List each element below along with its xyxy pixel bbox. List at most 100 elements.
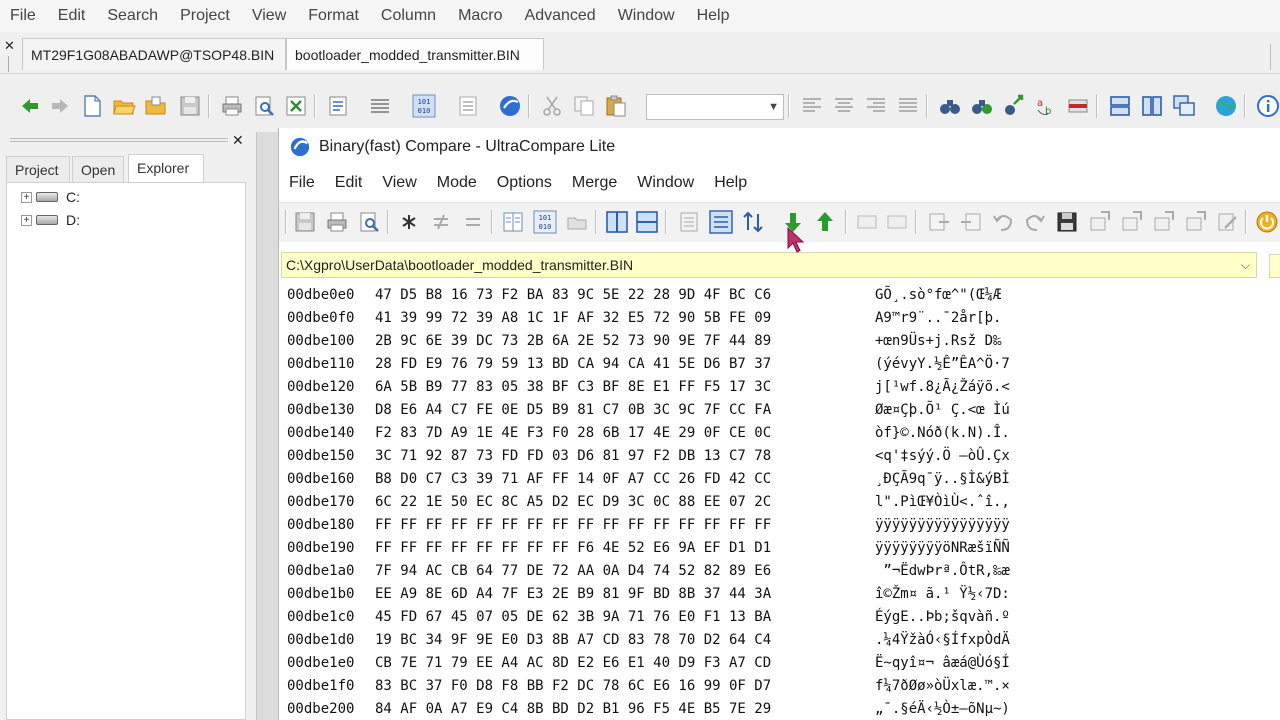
find-replace-files-icon[interactable]	[1066, 94, 1090, 118]
paste-icon[interactable]	[604, 94, 628, 118]
asterisk-icon[interactable]	[397, 210, 421, 234]
menu-advanced[interactable]: Advanced	[514, 0, 607, 32]
hex-row[interactable]: 00dbe1e0 CB 7E 71 79 EE A4 AC 8D E2 E6 E1…	[279, 652, 1280, 675]
filter-icon[interactable]	[1151, 210, 1175, 234]
export-excel-icon[interactable]	[284, 94, 308, 118]
tree-item-drive-c[interactable]: + C:	[21, 187, 80, 207]
align-right-icon[interactable]	[864, 94, 888, 118]
hex-bytes[interactable]: D8 E6 A4 C7 FE 0E D5 B9 81 C7 0B 3C 9C 7…	[375, 399, 771, 422]
hex-bytes[interactable]: F2 83 7D A9 1E 4E F3 F0 28 6B 17 4E 29 0…	[375, 422, 771, 445]
menu-project[interactable]: Project	[169, 0, 241, 32]
cascade-windows-icon[interactable]	[1172, 94, 1196, 118]
hex-bytes[interactable]: EE A9 8E 6D A4 7F E3 2E B9 81 9F BD 8B 3…	[375, 583, 771, 606]
menu-format[interactable]: Format	[297, 0, 370, 32]
hex-ascii[interactable]: (ýévyY.½Ê”ÊA^Ö·7	[875, 353, 1010, 376]
print-preview-icon[interactable]	[252, 94, 276, 118]
hex-row[interactable]: 00dbe100 2B 9C 6E 39 DC 73 2B 6A 2E 52 73…	[279, 330, 1280, 353]
forward-arrow-icon[interactable]	[48, 94, 72, 118]
show-differences-icon[interactable]	[709, 210, 733, 234]
menu-column[interactable]: Column	[370, 0, 447, 32]
justify-icon[interactable]	[896, 94, 920, 118]
hex-bytes[interactable]: FF FF FF FF FF FF FF FF F6 4E 52 E6 9A E…	[375, 537, 771, 560]
back-arrow-icon[interactable]	[18, 94, 42, 118]
hex-row[interactable]: 00dbe190 FF FF FF FF FF FF FF FF F6 4E 52…	[279, 537, 1280, 560]
menu-view[interactable]: View	[241, 0, 297, 32]
align-center-icon[interactable]	[832, 94, 856, 118]
tab-explorer[interactable]: Explorer	[128, 154, 204, 182]
uc-save-file-icon[interactable]	[1055, 210, 1079, 234]
uc-menu-edit[interactable]: Edit	[325, 168, 373, 198]
menu-macro[interactable]: Macro	[447, 0, 513, 32]
info-icon[interactable]	[1256, 94, 1280, 118]
undo-icon[interactable]	[991, 210, 1015, 234]
hex-ascii[interactable]: òf}©.Nóð(k.N).Î.	[875, 422, 1010, 445]
hex-row[interactable]: 00dbe1b0 EE A9 8E 6D A4 7F E3 2E B9 81 9F…	[279, 583, 1280, 606]
menu-help[interactable]: Help	[686, 0, 741, 32]
close-panel-icon[interactable]: ✕	[232, 132, 244, 149]
hex-row[interactable]: 00dbe180 FF FF FF FF FF FF FF FF FF FF FF…	[279, 514, 1280, 537]
hex-ascii[interactable]: ÿÿÿÿÿÿÿÿÿÿÿÿÿÿÿÿ	[875, 514, 1010, 537]
previous-difference-icon[interactable]	[813, 210, 837, 234]
hex-bytes[interactable]: 6C 22 1E 50 EC 8C A5 D2 EC D9 3C 0C 88 E…	[375, 491, 771, 514]
ignore-options-icon[interactable]	[1119, 210, 1143, 234]
web-globe-icon[interactable]	[1214, 94, 1238, 118]
cut-icon[interactable]	[540, 94, 564, 118]
tab-project[interactable]: Project	[6, 156, 70, 182]
panel-drag-handle[interactable]	[10, 138, 228, 142]
export-report-icon[interactable]	[1183, 210, 1207, 234]
hex-bytes[interactable]: 45 FD 67 45 07 05 DE 62 3B 9A 71 76 E0 F…	[375, 606, 771, 629]
hex-bytes[interactable]: CB 7E 71 79 EE A4 AC 8D E2 E6 E1 40 D9 F…	[375, 652, 771, 675]
hex-ascii[interactable]: ”¬ËdwÞrª.ÔtR‚‰æ	[875, 560, 1009, 583]
uc-menu-help[interactable]: Help	[704, 168, 757, 198]
hex-ascii[interactable]: A9™r9¨..¯2år[þ.	[875, 307, 1001, 330]
open-project-icon[interactable]	[144, 94, 168, 118]
tab-bootloader-bin[interactable]: bootloader_modded_transmitter.BIN	[286, 38, 544, 70]
hex-row[interactable]: 00dbe0e0 47 D5 B8 16 73 F2 BA 83 9C 5E 22…	[279, 284, 1280, 307]
hex-bytes[interactable]: 84 AF 0A A7 E9 C4 8B BD D2 B1 96 F5 4E B…	[375, 698, 771, 720]
second-path-field[interactable]	[1269, 254, 1280, 278]
hex-bytes[interactable]: FF FF FF FF FF FF FF FF FF FF FF FF FF F…	[375, 514, 771, 537]
hex-ascii[interactable]: ÉýgE..Þb;šqvàñ.º	[875, 606, 1010, 629]
find-in-files-icon[interactable]	[970, 94, 994, 118]
hex-ascii[interactable]: j[¹wf.8¿Ã¿Žáÿõ.<	[875, 376, 1010, 399]
folder-compare-icon[interactable]	[565, 210, 589, 234]
uc-menu-view[interactable]: View	[372, 168, 426, 198]
copy-line-left-icon[interactable]	[959, 210, 983, 234]
not-equal-icon[interactable]	[429, 210, 453, 234]
copy-icon[interactable]	[572, 94, 596, 118]
hex-bytes[interactable]: 47 D5 B8 16 73 F2 BA 83 9C 5E 22 28 9D 4…	[375, 284, 771, 307]
file-path-field[interactable]: C:\Xgpro\UserData\bootloader_modded_tran…	[281, 252, 1257, 278]
find-next-icon[interactable]	[1002, 94, 1026, 118]
hex-ascii[interactable]: l".PìŒ¥ÒìÙ<.ˆî.,	[875, 491, 1010, 514]
vertical-split-icon[interactable]	[1140, 94, 1164, 118]
expand-plus-icon[interactable]: +	[21, 191, 32, 203]
hex-bytes[interactable]: B8 D0 C7 C3 39 71 AF FF 14 0F A7 CC 26 F…	[375, 468, 771, 491]
hex-view[interactable]: 00dbe0e0 47 D5 B8 16 73 F2 BA 83 9C 5E 22…	[279, 284, 1280, 720]
menu-file[interactable]: File	[0, 0, 47, 32]
recompare-icon[interactable]	[677, 210, 701, 234]
hex-row[interactable]: 00dbe120 6A 5B B9 77 83 05 38 BF C3 BF 8E…	[279, 376, 1280, 399]
horizontal-split-icon[interactable]	[1108, 94, 1132, 118]
uc-print-preview-icon[interactable]	[357, 210, 381, 234]
replace-icon[interactable]: ab	[1034, 94, 1058, 118]
hex-bytes[interactable]: 7F 94 AC CB 64 77 DE 72 AA 0A D4 74 52 8…	[375, 560, 771, 583]
power-button-icon[interactable]	[1255, 210, 1279, 234]
hex-bytes[interactable]: 28 FD E9 76 79 59 13 BD CA 94 CA 41 5E D…	[375, 353, 771, 376]
hex-ascii[interactable]: „¯.§éÄ‹½Ò±–õNµ~)	[875, 698, 1010, 720]
sync-scroll-icon[interactable]	[1087, 210, 1111, 234]
hex-row[interactable]: 00dbe140 F2 83 7D A9 1E 4E F3 F0 28 6B 17…	[279, 422, 1280, 445]
hex-ascii[interactable]: f¼7ðØø»òÜxlæ.™.×	[875, 675, 1010, 698]
hex-bytes[interactable]: 3C 71 92 87 73 FD FD 03 D6 81 97 F2 DB 1…	[375, 445, 771, 468]
tab-open[interactable]: Open	[72, 156, 124, 182]
hex-ascii[interactable]: ÿÿÿÿÿÿÿÿöNRæšïÑÑ	[875, 537, 1010, 560]
hex-row[interactable]: 00dbe160 B8 D0 C7 C3 39 71 AF FF 14 0F A7…	[279, 468, 1280, 491]
hex-bytes[interactable]: 83 BC 37 F0 D8 F8 BB F2 DC 78 6C E6 16 9…	[375, 675, 771, 698]
document-list-icon[interactable]	[326, 94, 350, 118]
hex-bytes[interactable]: 6A 5B B9 77 83 05 38 BF C3 BF 8E E1 FF F…	[375, 376, 771, 399]
menu-window[interactable]: Window	[607, 0, 686, 32]
menu-search[interactable]: Search	[96, 0, 169, 32]
merge-right-icon[interactable]	[885, 210, 909, 234]
tab-mt29f1g08-bin[interactable]: MT29F1G08ABADAWP@TSOP48.BIN	[22, 38, 286, 70]
hex-mode-icon[interactable]: 101010	[412, 94, 436, 118]
merge-left-icon[interactable]	[855, 210, 879, 234]
